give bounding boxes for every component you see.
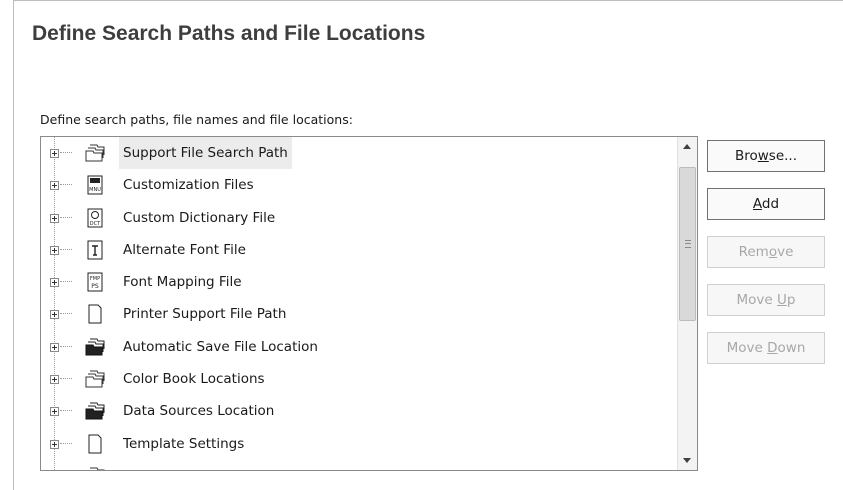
svg-text:DCT: DCT — [90, 221, 101, 227]
tree-item-template-settings[interactable]: Template Settings — [41, 428, 677, 460]
scrollbar-thumb[interactable] — [679, 167, 696, 321]
expand-icon[interactable] — [50, 407, 59, 417]
expand-icon[interactable] — [50, 149, 59, 158]
folder-stack-icon — [85, 144, 105, 162]
tree-item-label: Color Book Locations — [123, 371, 265, 388]
tree-item-partial[interactable] — [41, 460, 677, 470]
document-icon — [88, 434, 102, 454]
tree-item-automatic-save-file-location[interactable]: Automatic Save File Location — [41, 331, 677, 363]
tree-item-alternate-font-file[interactable]: Alternate Font File — [41, 234, 677, 266]
svg-text:PS: PS — [91, 283, 99, 290]
dct-file-icon: DCT — [87, 208, 103, 228]
folder-stack-icon — [85, 370, 105, 388]
tree-item-label: Support File Search Path — [119, 137, 292, 169]
add-button[interactable]: Add — [707, 188, 825, 220]
scroll-up-arrow-icon[interactable] — [678, 137, 697, 157]
tree-instruction-label: Define search paths, file names and file… — [40, 112, 353, 127]
mnu-file-icon: MNU — [87, 175, 103, 195]
tree-vertical-scrollbar[interactable] — [677, 137, 697, 470]
dialog-left-border — [13, 0, 14, 490]
tree-item-customization-files[interactable]: MNU Customization Files — [41, 169, 677, 201]
browse-button[interactable]: Browse... — [707, 140, 825, 172]
tree-item-label: Printer Support File Path — [123, 306, 287, 323]
svg-text:MNU: MNU — [89, 187, 101, 193]
font-file-icon — [87, 240, 103, 260]
expand-icon[interactable] — [50, 278, 59, 288]
tree-item-data-sources-location[interactable]: Data Sources Location — [41, 395, 677, 427]
expand-icon[interactable] — [50, 213, 59, 223]
tree-item-label: Alternate Font File — [123, 241, 246, 258]
folder-stack-icon — [85, 402, 105, 420]
folder-stack-icon — [90, 467, 105, 470]
expand-icon[interactable] — [50, 375, 59, 385]
expand-icon[interactable] — [50, 310, 59, 320]
expand-icon[interactable] — [50, 342, 59, 352]
folder-stack-icon — [85, 338, 105, 356]
tree-item-color-book-locations[interactable]: Color Book Locations — [41, 363, 677, 395]
move-up-button[interactable]: Move Up — [707, 284, 825, 316]
grip-icon — [685, 240, 691, 248]
tree-item-label: Customization Files — [123, 177, 254, 194]
tree-item-custom-dictionary-file[interactable]: DCT Custom Dictionary File — [41, 202, 677, 234]
scroll-down-arrow-icon[interactable] — [678, 450, 697, 470]
document-icon — [88, 304, 102, 324]
expand-icon[interactable] — [50, 245, 59, 255]
expand-icon[interactable] — [50, 181, 59, 191]
tree-item-font-mapping-file[interactable]: FMP PS Font Mapping File — [41, 266, 677, 298]
tree-item-label: Font Mapping File — [123, 274, 242, 291]
file-locations-tree[interactable]: Support File Search Path MNU Customizati… — [40, 136, 698, 471]
tree-item-label: Automatic Save File Location — [123, 338, 318, 355]
tree-item-printer-support-file-path[interactable]: Printer Support File Path — [41, 298, 677, 330]
tree-item-label: Custom Dictionary File — [123, 209, 276, 226]
tree-item-label: Data Sources Location — [123, 403, 275, 420]
dialog-top-border — [14, 0, 843, 1]
page-title: Define Search Paths and File Locations — [32, 22, 426, 45]
expand-icon[interactable] — [50, 439, 59, 449]
tree-item-support-file-search-path[interactable]: Support File Search Path — [41, 137, 677, 169]
fmp-ps-file-icon: FMP PS — [87, 272, 103, 292]
remove-button[interactable]: Remove — [707, 236, 825, 268]
move-down-button[interactable]: Move Down — [707, 332, 825, 364]
svg-text:FMP: FMP — [90, 276, 100, 282]
tree-item-label: Template Settings — [123, 435, 245, 452]
